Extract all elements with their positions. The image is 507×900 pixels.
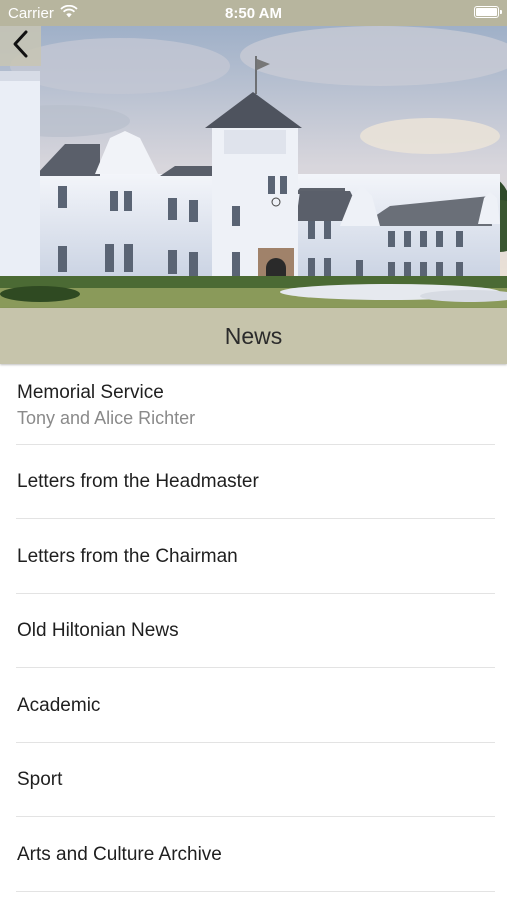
list-item-academic[interactable]: Academic <box>0 668 507 743</box>
list-item-title: Memorial Service <box>17 382 164 403</box>
list-item-sport[interactable]: Sport <box>0 743 507 817</box>
list-item-title: Arts and Culture Archive <box>17 843 222 865</box>
status-time: 8:50 AM <box>225 5 282 22</box>
news-list: Memorial Service Tony and Alice Richter … <box>0 365 507 892</box>
chevron-left-icon <box>11 29 31 64</box>
status-bar: Carrier 8:50 AM <box>0 0 507 26</box>
section-header: News <box>0 308 507 364</box>
list-item-title: Sport <box>17 769 63 790</box>
list-item-old-hiltonian-news[interactable]: Old Hiltonian News <box>0 594 507 668</box>
list-item-subtitle: Tony and Alice Richter <box>17 408 196 428</box>
list-item-letters-chairman[interactable]: Letters from the Chairman <box>0 519 507 594</box>
back-button[interactable] <box>0 26 41 66</box>
list-item-arts-culture-archive[interactable]: Arts and Culture Archive <box>0 817 507 892</box>
page-title: News <box>224 322 283 349</box>
list-item-title: Letters from the Headmaster <box>17 471 259 492</box>
list-item-letters-headmaster[interactable]: Letters from the Headmaster <box>0 445 507 519</box>
hero-image <box>0 26 507 308</box>
list-item-title: Old Hiltonian News <box>17 620 179 641</box>
battery-icon <box>474 6 502 18</box>
list-item-title: Academic <box>17 694 101 716</box>
list-item-memorial-service[interactable]: Memorial Service Tony and Alice Richter <box>0 365 507 445</box>
list-item-title: Letters from the Chairman <box>17 545 238 567</box>
